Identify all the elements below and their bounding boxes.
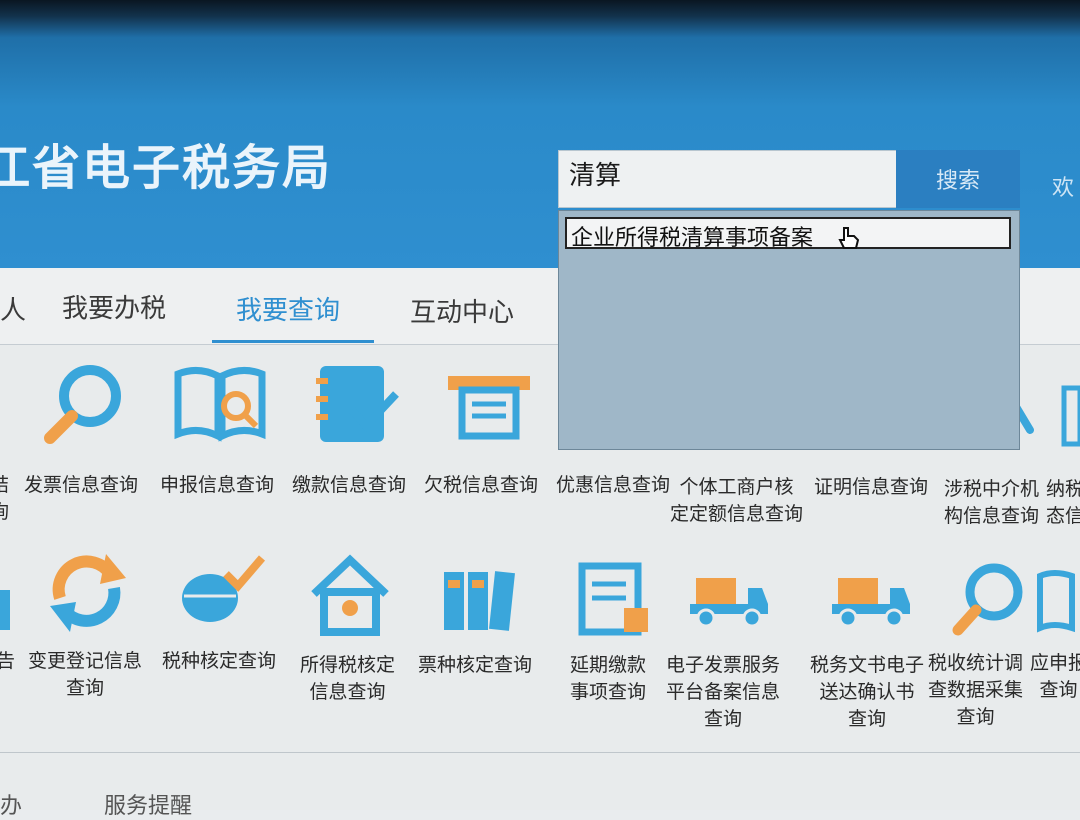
- declaration-info-query-label[interactable]: 申报信息查询: [160, 472, 274, 499]
- search-suggestion-dropdown: 企业所得税清算事项备案: [558, 210, 1020, 450]
- tax-arrears-query-label[interactable]: 欠税信息查询: [424, 472, 538, 499]
- tab-wo-yao-cha-xun[interactable]: 我要查询: [236, 290, 340, 327]
- partial-icon-left[interactable]: [0, 580, 14, 640]
- tax-document-delivery-query-label[interactable]: 税务文书电子 送达确认书 查询: [810, 652, 924, 733]
- tab-hu-dong-zhong-xin[interactable]: 互动中心: [410, 292, 514, 329]
- footer-tab-service-reminder[interactable]: 服务提醒: [104, 788, 192, 820]
- invoice-info-query-label[interactable]: 发票信息查询: [24, 472, 138, 499]
- open-book-icon[interactable]: [172, 362, 268, 442]
- mouse-check-icon[interactable]: [176, 552, 266, 634]
- row1-label-0[interactable]: 结询: [0, 472, 9, 526]
- refresh-arrows-icon[interactable]: [44, 548, 130, 634]
- tax-type-approval-query-label[interactable]: 税种核定查询: [162, 648, 276, 675]
- search-button[interactable]: 搜索: [896, 150, 1020, 208]
- magnifier-icon[interactable]: [40, 360, 130, 445]
- e-invoice-platform-record-query-label[interactable]: 电子发票服务 平台备案信息 查询: [666, 652, 780, 733]
- site-title: 江省电子税务局: [0, 140, 333, 196]
- row2-label-0[interactable]: 告: [0, 648, 15, 675]
- delivery-truck-icon-2[interactable]: [830, 574, 912, 630]
- document-list-icon[interactable]: [576, 560, 656, 640]
- tab-wo-yao-ban-shui[interactable]: 我要办税: [62, 288, 166, 325]
- taxpayer-status-label[interactable]: 纳税 态信: [1046, 476, 1080, 530]
- book-icon-partial[interactable]: [1036, 568, 1080, 634]
- delivery-truck-icon[interactable]: [688, 574, 770, 630]
- individual-business-quota-query-label[interactable]: 个体工商户核 定定额信息查询: [670, 474, 803, 528]
- welcome-text: 欢: [1052, 176, 1075, 201]
- change-registration-query-label[interactable]: 变更登记信息 查询: [28, 648, 142, 702]
- tax-agency-info-query-label[interactable]: 涉税中介机 构信息查询: [944, 476, 1039, 530]
- suggestion-item[interactable]: 企业所得税清算事项备案: [565, 217, 1011, 249]
- active-tab-underline: [212, 340, 374, 343]
- preferential-info-query-label[interactable]: 优惠信息查询: [556, 472, 670, 499]
- declaration-due-query-label[interactable]: 应申报 查询: [1030, 650, 1080, 704]
- payment-info-query-label[interactable]: 缴款信息查询: [292, 472, 406, 499]
- income-tax-approval-query-label[interactable]: 所得税核定 信息查询: [300, 652, 395, 706]
- certificate-info-query-label[interactable]: 证明信息查询: [814, 474, 928, 501]
- hand-cursor-icon: [838, 227, 860, 249]
- invoice-type-approval-query-label[interactable]: 票种核定查询: [418, 652, 532, 679]
- house-icon[interactable]: [306, 552, 394, 638]
- footer-divider: [0, 752, 1080, 753]
- tax-statistics-survey-query-label[interactable]: 税收统计调 查数据采集 查询: [928, 650, 1023, 731]
- notebook-check-icon[interactable]: [312, 360, 402, 446]
- nav-item-partial[interactable]: 人: [0, 290, 26, 327]
- receipt-printer-icon[interactable]: [444, 370, 534, 440]
- search-input[interactable]: 清算: [558, 150, 898, 208]
- magnifier-icon-2[interactable]: [950, 560, 1030, 638]
- binders-icon[interactable]: [440, 566, 522, 634]
- deferred-payment-query-label[interactable]: 延期缴款 事项查询: [570, 652, 646, 706]
- footer-tab-partial[interactable]: 办: [0, 788, 22, 820]
- partial-icon-edge[interactable]: [1060, 380, 1080, 450]
